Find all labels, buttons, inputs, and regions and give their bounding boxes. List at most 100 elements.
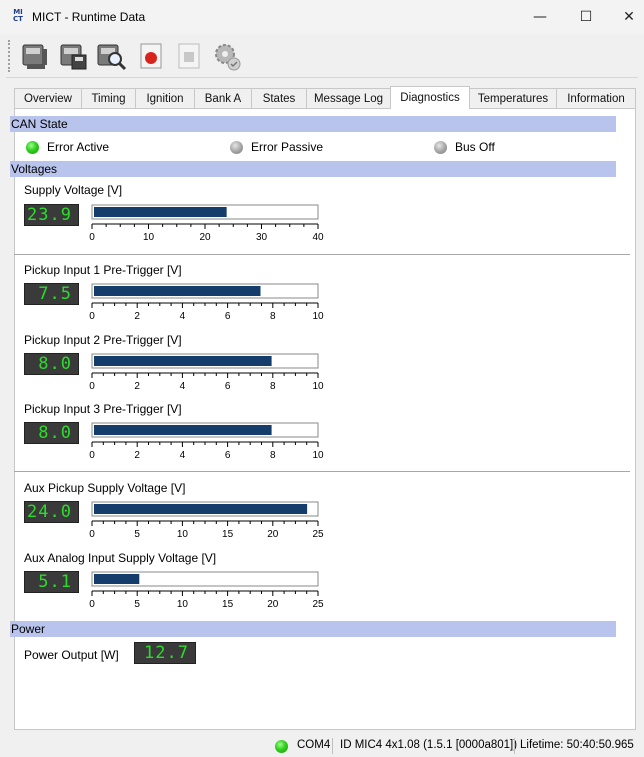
gauge-fill [94, 356, 272, 366]
gauge-fill [94, 286, 261, 296]
gauge-svg: 0 2 4 6 8 10 [89, 283, 324, 322]
search-device-button[interactable] [94, 39, 128, 73]
aux-analog-display: 5.1 [24, 571, 79, 593]
record-icon [140, 43, 162, 69]
gauge-tick-label: 20 [199, 232, 211, 243]
save-icon [60, 44, 87, 70]
led-gray-icon [434, 140, 447, 154]
gauge-tick-label: 2 [134, 450, 140, 461]
minimize-button[interactable]: — [517, 0, 563, 34]
pickup-1-label: Pickup Input 1 Pre-Trigger [V] [24, 263, 182, 277]
stop-button[interactable] [172, 39, 206, 73]
gauge-tick-label: 2 [134, 381, 140, 392]
voltages-heading: Voltages [10, 161, 616, 177]
gauge-tick-label: 5 [134, 599, 140, 610]
gauge-tick-label: 10 [143, 232, 155, 243]
device-icon [22, 44, 47, 69]
tab-diagnostics[interactable]: Diagnostics [390, 86, 470, 109]
gauge-tick-label: 40 [312, 232, 324, 243]
tab-overview[interactable]: Overview [14, 88, 82, 108]
gauge-tick-label: 6 [225, 311, 231, 322]
save-button[interactable] [56, 39, 90, 73]
tab-bank-a[interactable]: Bank A [194, 88, 252, 108]
gauge-tick-label: 0 [89, 381, 95, 392]
gauge-tick-label: 10 [177, 599, 189, 610]
pickup-2-gauge: 0 2 4 6 8 10 [89, 353, 324, 392]
gauge-tick-label: 8 [270, 381, 276, 392]
gauge-tick-label: 8 [270, 311, 276, 322]
toolbar-grip[interactable] [8, 40, 11, 72]
can-state-heading: CAN State [10, 116, 616, 132]
gauge-tick-label: 10 [312, 450, 324, 461]
gauge-tick-label: 30 [256, 232, 268, 243]
settings-gear-icon [215, 44, 241, 71]
gauge-tick-label: 25 [312, 529, 324, 540]
gauge-tick-label: 0 [89, 599, 95, 610]
divider [14, 254, 630, 255]
app-logo: MI CT [13, 8, 23, 23]
status-separator [332, 738, 333, 754]
pickup-1-display: 7.5 [24, 283, 79, 305]
status-bar: COM4 ID MIC4 4x1.08 (1.5.1 [0000a801]) L… [0, 735, 644, 757]
can-bus-off-indicator: Bus Off [434, 139, 495, 155]
gauge-tick-label: 10 [312, 381, 324, 392]
pickup-3-label: Pickup Input 3 Pre-Trigger [V] [24, 402, 182, 416]
close-button[interactable]: ✕ [606, 0, 644, 34]
pickup-2-label: Pickup Input 2 Pre-Trigger [V] [24, 333, 182, 347]
settings-button[interactable] [210, 39, 244, 73]
status-separator [514, 738, 515, 754]
tab-ignition[interactable]: Ignition [135, 88, 195, 108]
title-bar: MI CT MICT - Runtime Data — ☐ ✕ [0, 0, 644, 34]
aux-analog-label: Aux Analog Input Supply Voltage [V] [24, 551, 217, 565]
window-title: MICT - Runtime Data [32, 10, 146, 24]
gauge-tick-label: 15 [222, 529, 234, 540]
aux-analog-gauge: 0 5 10 15 20 25 [89, 571, 324, 610]
gauge-tick-label: 6 [225, 381, 231, 392]
pickup-1-gauge: 0 2 4 6 8 10 [89, 283, 324, 322]
gauge-tick-label: 0 [89, 311, 95, 322]
status-lifetime: Lifetime: 50:40:50.965 [520, 739, 634, 751]
record-button[interactable] [134, 39, 168, 73]
aux-pickup-display: 24.0 [24, 501, 79, 523]
led-green-icon [26, 140, 39, 154]
tab-message-log[interactable]: Message Log [306, 88, 391, 108]
gauge-tick-label: 4 [180, 311, 186, 322]
gauge-fill [94, 207, 227, 217]
gauge-tick-label: 15 [222, 599, 234, 610]
maximize-button[interactable]: ☐ [563, 0, 609, 34]
tab-temperatures[interactable]: Temperatures [469, 88, 557, 108]
gauge-tick-label: 4 [180, 450, 186, 461]
pickup-3-display: 8.0 [24, 422, 79, 444]
gauge-tick-label: 8 [270, 450, 276, 461]
gauge-tick-label: 2 [134, 311, 140, 322]
tab-strip: Overview Timing Ignition Bank A States M… [14, 86, 636, 109]
can-bus-off-label: Bus Off [455, 140, 495, 154]
pickup-3-gauge: 0 2 4 6 8 10 [89, 422, 324, 461]
tab-timing[interactable]: Timing [81, 88, 136, 108]
power-output-label: Power Output [W] [24, 648, 119, 662]
gauge-fill [94, 425, 272, 435]
aux-pickup-gauge: 0 5 10 15 20 25 [89, 501, 324, 540]
divider [14, 471, 630, 472]
power-output-display: 12.7 [134, 642, 196, 664]
stop-icon [178, 43, 200, 69]
gauge-tick-label: 6 [225, 450, 231, 461]
supply-voltage-label: Supply Voltage [V] [24, 183, 123, 197]
device-button[interactable] [18, 39, 52, 73]
gauge-tick-label: 0 [89, 232, 95, 243]
aux-pickup-label: Aux Pickup Supply Voltage [V] [24, 481, 186, 495]
gauge-tick-label: 5 [134, 529, 140, 540]
tab-information[interactable]: Information [556, 88, 636, 108]
pickup-2-display: 8.0 [24, 353, 79, 375]
supply-voltage-display: 23.9 [24, 204, 79, 226]
status-port: COM4 [297, 739, 331, 751]
gauge-svg: 0 5 10 15 20 25 [89, 501, 324, 540]
supply-voltage-gauge: 0 10 20 30 40 [89, 204, 324, 243]
gauge-tick-label: 20 [267, 529, 279, 540]
status-device: ID MIC4 4x1.08 (1.5.1 [0000a801]) [340, 739, 518, 751]
gauge-svg: 0 2 4 6 8 10 [89, 422, 324, 461]
tab-states[interactable]: States [251, 88, 307, 108]
can-error-active-indicator: Error Active [26, 139, 109, 155]
toolbar [6, 36, 638, 78]
gauge-tick-label: 4 [180, 381, 186, 392]
